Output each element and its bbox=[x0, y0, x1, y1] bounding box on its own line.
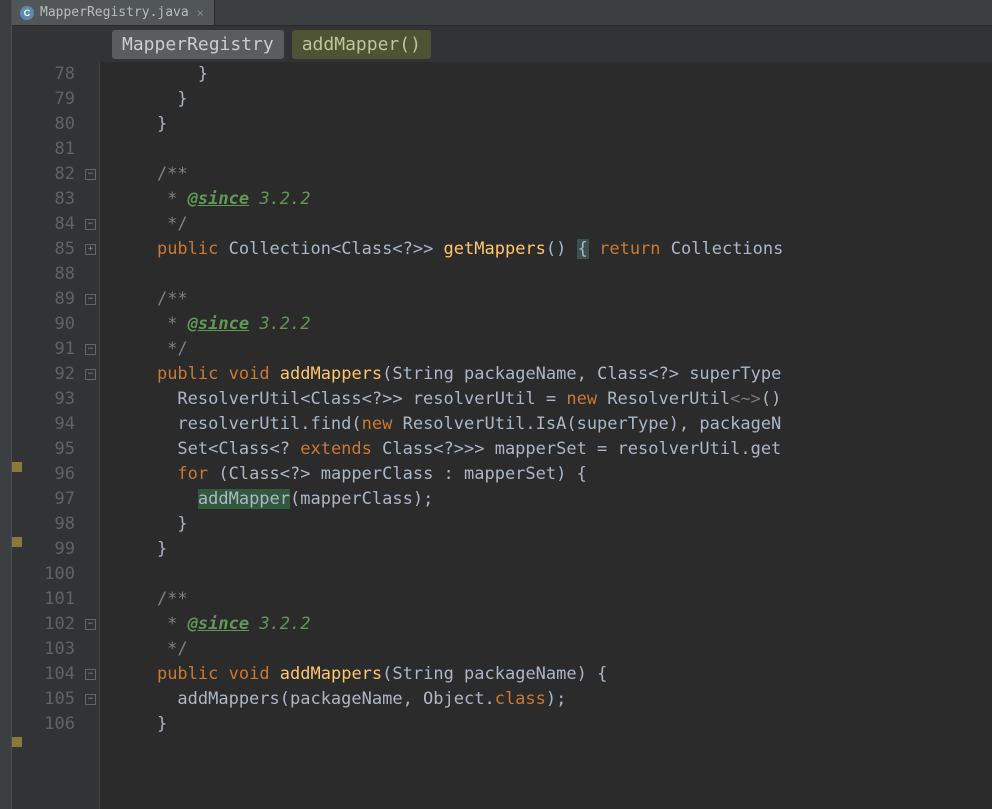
fold-toggle-icon[interactable]: − bbox=[85, 219, 96, 230]
code-line: } bbox=[116, 712, 992, 737]
fold-toggle-icon[interactable]: − bbox=[85, 169, 96, 180]
code-line: addMapper(mapperClass); bbox=[116, 487, 992, 512]
fold-toggle-icon[interactable]: + bbox=[85, 244, 96, 255]
fold-toggle-icon[interactable]: − bbox=[85, 344, 96, 355]
code-line: */ bbox=[116, 337, 992, 362]
file-tab-mapperregistry[interactable]: C MapperRegistry.java × bbox=[12, 0, 215, 25]
code-line: public Collection<Class<?>> getMappers()… bbox=[116, 237, 992, 262]
left-tool-stripe bbox=[0, 0, 12, 809]
code-line: } bbox=[116, 112, 992, 137]
breadcrumb-method[interactable]: addMapper() bbox=[292, 30, 431, 59]
code-line: * @since 3.2.2 bbox=[116, 312, 992, 337]
fold-toggle-icon[interactable]: − bbox=[85, 619, 96, 630]
fold-toggle-icon[interactable]: − bbox=[85, 294, 96, 305]
tab-filename: MapperRegistry.java bbox=[40, 5, 189, 20]
code-line: } bbox=[116, 62, 992, 87]
code-line: */ bbox=[116, 212, 992, 237]
code-line: } bbox=[116, 537, 992, 562]
code-line: Set<Class<? extends Class<?>>> mapperSet… bbox=[116, 437, 992, 462]
code-line: public void addMappers(String packageNam… bbox=[116, 362, 992, 387]
fold-toggle-icon[interactable]: − bbox=[85, 694, 96, 705]
code-line: public void addMappers(String packageNam… bbox=[116, 662, 992, 687]
breadcrumb-bar: MapperRegistry addMapper() bbox=[12, 26, 992, 62]
fold-toggle-icon[interactable]: − bbox=[85, 369, 96, 380]
code-line bbox=[116, 562, 992, 587]
editor-area[interactable]: 78 79 80 81 82 83 84 85 88 89 90 91 92 9… bbox=[12, 62, 992, 809]
code-line bbox=[116, 137, 992, 162]
breadcrumb-class[interactable]: MapperRegistry bbox=[112, 30, 284, 59]
java-class-icon: C bbox=[20, 6, 34, 20]
code-line: addMappers(packageName, Object.class); bbox=[116, 687, 992, 712]
code-line: } bbox=[116, 512, 992, 537]
code-line: } bbox=[116, 87, 992, 112]
code-line: * @since 3.2.2 bbox=[116, 187, 992, 212]
code-editor[interactable]: } } } /** * @since 3.2.2 */ public Colle… bbox=[100, 62, 992, 809]
close-tab-icon[interactable]: × bbox=[197, 6, 204, 20]
code-line: /** bbox=[116, 287, 992, 312]
code-line: for (Class<?> mapperClass : mapperSet) { bbox=[116, 462, 992, 487]
code-line: ResolverUtil<Class<?>> resolverUtil = ne… bbox=[116, 387, 992, 412]
code-line: */ bbox=[116, 637, 992, 662]
code-line: * @since 3.2.2 bbox=[116, 612, 992, 637]
editor-tab-bar: C MapperRegistry.java × bbox=[12, 0, 992, 26]
code-line: /** bbox=[116, 587, 992, 612]
code-line bbox=[116, 262, 992, 287]
code-line: /** bbox=[116, 162, 992, 187]
code-line: resolverUtil.find(new ResolverUtil.IsA(s… bbox=[116, 412, 992, 437]
fold-column: − − + − − − − − − bbox=[83, 62, 99, 809]
gutter-change-marks bbox=[12, 62, 24, 809]
fold-toggle-icon[interactable]: − bbox=[85, 669, 96, 680]
line-number-gutter: 78 79 80 81 82 83 84 85 88 89 90 91 92 9… bbox=[12, 62, 100, 809]
